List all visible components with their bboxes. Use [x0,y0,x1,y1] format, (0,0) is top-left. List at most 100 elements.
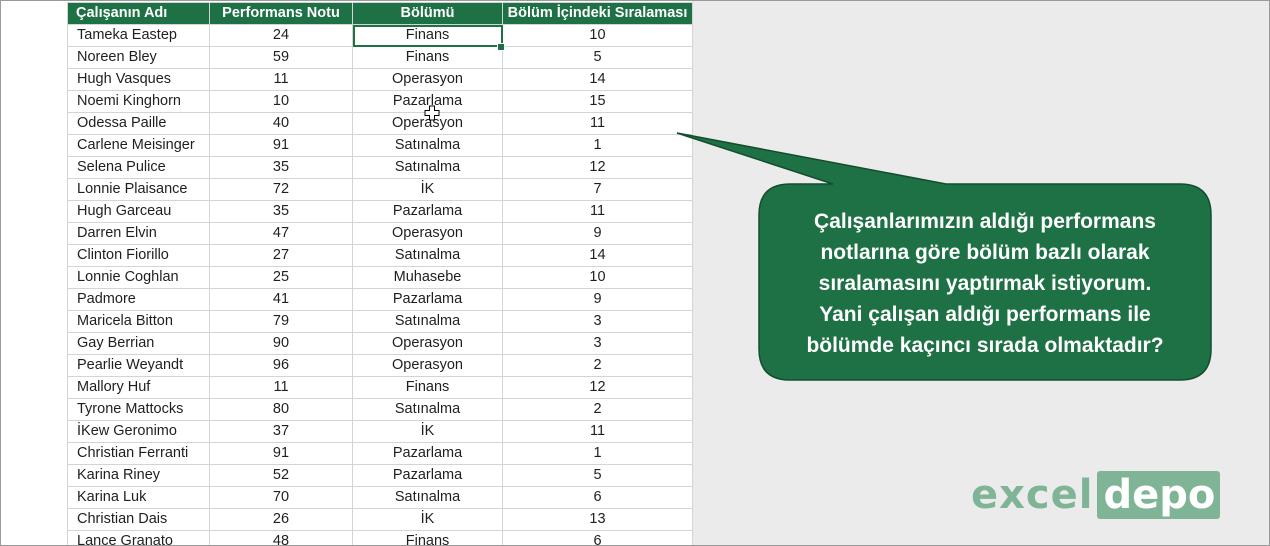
cell-employee-name[interactable]: Christian Dais [67,508,210,531]
cell-employee-name[interactable]: Maricela Bitton [67,310,210,333]
fill-handle[interactable] [497,43,505,51]
cell-employee-name[interactable]: Tameka Eastep [67,24,210,47]
cell-performance-score[interactable]: 70 [209,486,353,509]
cell-department[interactable]: Pazarlama [352,442,503,465]
cell-employee-name[interactable]: Noemi Kinghorn [67,90,210,113]
cell-department-rank[interactable]: 7 [502,178,693,201]
cell-department[interactable]: Operasyon [352,68,503,91]
cell-department-rank[interactable]: 11 [502,420,693,443]
cell-employee-name[interactable]: Hugh Vasques [67,68,210,91]
cell-department-rank[interactable]: 2 [502,398,693,421]
cell-department-rank[interactable]: 11 [502,200,693,223]
cell-employee-name[interactable]: Hugh Garceau [67,200,210,223]
cell-department[interactable]: Operasyon [352,222,503,245]
cell-department-rank[interactable]: 13 [502,508,693,531]
cell-department-rank[interactable]: 10 [502,24,693,47]
cell-employee-name[interactable]: Lance Granato [67,530,210,545]
cell-department-rank[interactable]: 1 [502,442,693,465]
header-performance-score[interactable]: Performans Notu [209,2,353,25]
cell-department-rank[interactable]: 5 [502,46,693,69]
cell-employee-name[interactable]: Mallory Huf [67,376,210,399]
cell-employee-name[interactable]: Gay Berrian [67,332,210,355]
cell-department[interactable]: İK [352,508,503,531]
cell-performance-score[interactable]: 26 [209,508,353,531]
cell-performance-score[interactable]: 11 [209,68,353,91]
cell-department-rank[interactable]: 15 [502,90,693,113]
header-employee-name[interactable]: Çalışanın Adı [67,2,210,25]
cell-performance-score[interactable]: 27 [209,244,353,267]
cell-performance-score[interactable]: 37 [209,420,353,443]
cell-department[interactable]: Finans [352,530,503,545]
cell-performance-score[interactable]: 79 [209,310,353,333]
cell-performance-score[interactable]: 41 [209,288,353,311]
cell-employee-name[interactable]: Christian Ferranti [67,442,210,465]
cell-department[interactable]: Satınalma [352,134,503,157]
cell-department[interactable]: Muhasebe [352,266,503,289]
cell-performance-score[interactable]: 10 [209,90,353,113]
cell-department-rank[interactable]: 11 [502,112,693,135]
cell-department-rank[interactable]: 9 [502,222,693,245]
cell-department-rank[interactable]: 2 [502,354,693,377]
cell-department[interactable]: Operasyon [352,332,503,355]
cell-employee-name[interactable]: Lonnie Coghlan [67,266,210,289]
cell-department[interactable]: Pazarlama [352,464,503,487]
cell-employee-name[interactable]: Selena Pulice [67,156,210,179]
cell-department[interactable]: Satınalma [352,486,503,509]
cell-department-rank[interactable]: 6 [502,486,693,509]
selected-cell[interactable]: Finans [352,24,503,47]
header-department[interactable]: Bölümü [352,2,503,25]
cell-department-rank[interactable]: 3 [502,332,693,355]
cell-department-rank[interactable]: 14 [502,68,693,91]
cell-employee-name[interactable]: Karina Luk [67,486,210,509]
cell-department-rank[interactable]: 3 [502,310,693,333]
cell-performance-score[interactable]: 59 [209,46,353,69]
cell-department[interactable]: Finans [352,376,503,399]
cell-department-rank[interactable]: 5 [502,464,693,487]
cell-performance-score[interactable]: 91 [209,134,353,157]
cell-performance-score[interactable]: 52 [209,464,353,487]
cell-employee-name[interactable]: Pearlie Weyandt [67,354,210,377]
cell-employee-name[interactable]: Clinton Fiorillo [67,244,210,267]
cell-performance-score[interactable]: 48 [209,530,353,545]
cell-department-rank[interactable]: 9 [502,288,693,311]
cell-department-rank[interactable]: 1 [502,134,693,157]
cell-performance-score[interactable]: 24 [209,24,353,47]
cell-department[interactable]: Operasyon [352,354,503,377]
cell-department[interactable]: Finans [352,46,503,69]
cell-employee-name[interactable]: Odessa Paille [67,112,210,135]
cell-employee-name[interactable]: Darren Elvin [67,222,210,245]
cell-department[interactable]: İK [352,420,503,443]
cell-employee-name[interactable]: Lonnie Plaisance [67,178,210,201]
cell-employee-name[interactable]: Karina Riney [67,464,210,487]
table-row: Lonnie Plaisance 72 İK 7 [67,178,693,201]
cell-performance-score[interactable]: 25 [209,266,353,289]
header-department-rank[interactable]: Bölüm İçindeki Sıralaması [502,2,693,25]
cell-department-rank[interactable]: 12 [502,156,693,179]
cell-employee-name[interactable]: İKew Geronimo [67,420,210,443]
cell-performance-score[interactable]: 35 [209,200,353,223]
cell-performance-score[interactable]: 91 [209,442,353,465]
cell-performance-score[interactable]: 96 [209,354,353,377]
cell-performance-score[interactable]: 47 [209,222,353,245]
cell-performance-score[interactable]: 72 [209,178,353,201]
cell-department[interactable]: İK [352,178,503,201]
cell-performance-score[interactable]: 11 [209,376,353,399]
cell-department-rank[interactable]: 12 [502,376,693,399]
cell-department-rank[interactable]: 6 [502,530,693,545]
cell-performance-score[interactable]: 80 [209,398,353,421]
cell-department[interactable]: Satınalma [352,244,503,267]
cell-performance-score[interactable]: 40 [209,112,353,135]
cell-performance-score[interactable]: 90 [209,332,353,355]
cell-employee-name[interactable]: Padmore [67,288,210,311]
cell-department[interactable]: Satınalma [352,398,503,421]
cell-department-rank[interactable]: 14 [502,244,693,267]
cell-employee-name[interactable]: Noreen Bley [67,46,210,69]
cell-performance-score[interactable]: 35 [209,156,353,179]
cell-employee-name[interactable]: Tyrone Mattocks [67,398,210,421]
cell-employee-name[interactable]: Carlene Meisinger [67,134,210,157]
cell-department[interactable]: Pazarlama [352,200,503,223]
cell-department[interactable]: Pazarlama [352,288,503,311]
cell-department-rank[interactable]: 10 [502,266,693,289]
cell-department[interactable]: Satınalma [352,156,503,179]
cell-department[interactable]: Satınalma [352,310,503,333]
